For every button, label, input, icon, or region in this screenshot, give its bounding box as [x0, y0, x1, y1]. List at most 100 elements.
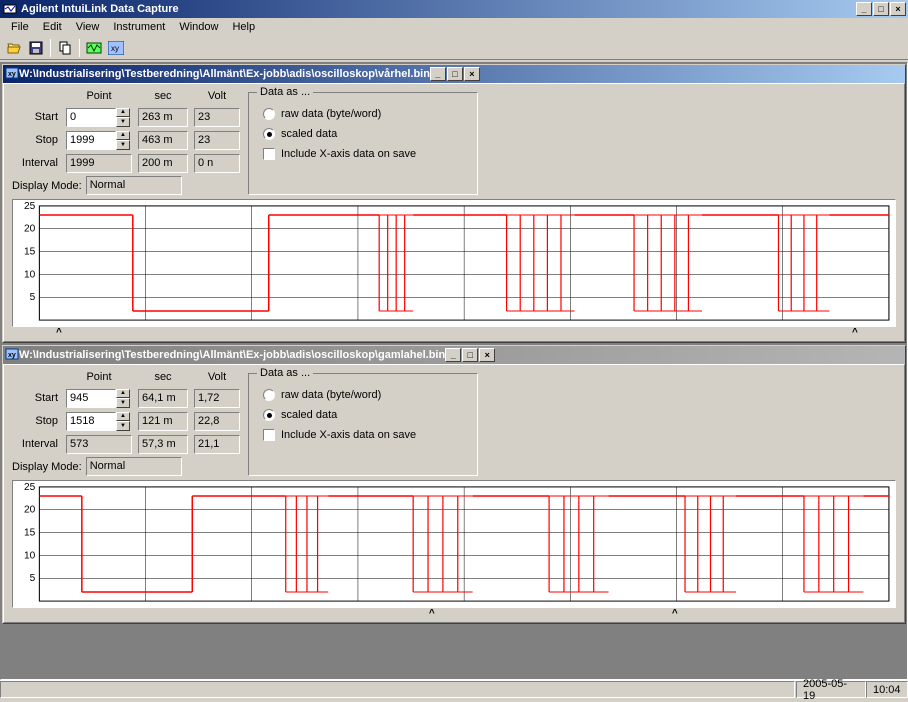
close-button[interactable]: ×: [890, 2, 906, 16]
child2-titlebar[interactable]: xy W:\Industrialisering\Testberedning\Al…: [3, 346, 905, 364]
check-include-x[interactable]: Include X-axis data on save: [263, 429, 467, 441]
waveform-chart-2[interactable]: 510152025: [12, 480, 896, 608]
menu-window[interactable]: Window: [172, 19, 225, 35]
cursor-row-2: ^^: [12, 608, 896, 620]
child2-maximize[interactable]: □: [462, 348, 478, 362]
statusbar: 2005-05-19 10:04: [0, 680, 908, 698]
header-sec: sec: [138, 90, 188, 102]
spin-up[interactable]: ▲: [116, 108, 130, 118]
scope-icon: [86, 40, 102, 56]
interval-sec: 200 m: [138, 154, 188, 173]
stop-sec: 121 m: [138, 412, 188, 431]
floppy-icon: [28, 40, 44, 56]
child1-title: W:\Industrialisering\Testberedning\Allmä…: [19, 68, 430, 80]
radio-scaled-data[interactable]: scaled data: [263, 409, 467, 421]
document-icon: xy: [5, 347, 19, 364]
menu-view[interactable]: View: [69, 19, 107, 35]
interval-volt: 0 n: [194, 154, 240, 173]
label-start: Start: [12, 111, 60, 123]
menu-help[interactable]: Help: [225, 19, 262, 35]
display-mode-value: Normal: [86, 176, 182, 195]
minimize-button[interactable]: _: [856, 2, 872, 16]
start-sec: 64,1 m: [138, 389, 188, 408]
app-title: Agilent IntuiLink Data Capture: [21, 3, 179, 15]
label-interval: Interval: [12, 438, 60, 450]
xy-button[interactable]: xy: [106, 38, 126, 58]
interval-volt: 21,1: [194, 435, 240, 454]
svg-text:xy: xy: [8, 71, 16, 78]
radio-raw-data[interactable]: raw data (byte/word): [263, 108, 467, 120]
label-display-mode: Display Mode:: [12, 180, 82, 192]
radio-raw-data[interactable]: raw data (byte/word): [263, 389, 467, 401]
child2-close[interactable]: ×: [479, 348, 495, 362]
svg-text:10: 10: [24, 550, 36, 561]
spin-down[interactable]: ▼: [116, 398, 130, 408]
check-include-x[interactable]: Include X-axis data on save: [263, 148, 467, 160]
data-as-group: raw data (byte/word) scaled data Include…: [248, 373, 478, 476]
header-sec: sec: [138, 371, 188, 383]
svg-text:20: 20: [24, 224, 36, 235]
svg-text:20: 20: [24, 505, 36, 516]
stop-point-input[interactable]: [66, 131, 116, 150]
cursor-marker[interactable]: ^: [672, 608, 678, 619]
save-button[interactable]: [26, 38, 46, 58]
toolbar: xy: [0, 36, 908, 60]
header-volt: Volt: [194, 371, 240, 383]
spin-down[interactable]: ▼: [116, 140, 130, 150]
interval-sec: 57,3 m: [138, 435, 188, 454]
svg-text:5: 5: [30, 292, 36, 303]
menubar: File Edit View Instrument Window Help: [0, 18, 908, 36]
menu-edit[interactable]: Edit: [36, 19, 69, 35]
cursor-marker[interactable]: ^: [429, 608, 435, 619]
stop-volt: 22,8: [194, 412, 240, 431]
child1-maximize[interactable]: □: [447, 67, 463, 81]
folder-open-icon: [6, 40, 22, 56]
app-icon: [2, 1, 18, 17]
child-window-1: xy W:\Industrialisering\Testberedning\Al…: [2, 64, 906, 343]
spin-up[interactable]: ▲: [116, 389, 130, 399]
waveform-chart-1[interactable]: 510152025: [12, 199, 896, 327]
svg-text:xy: xy: [8, 352, 16, 359]
svg-text:25: 25: [24, 201, 36, 212]
start-point-input[interactable]: [66, 389, 116, 408]
display-mode-value: Normal: [86, 457, 182, 476]
child1-close[interactable]: ×: [464, 67, 480, 81]
capture-button[interactable]: [84, 38, 104, 58]
svg-text:xy: xy: [111, 44, 119, 53]
spin-down[interactable]: ▼: [116, 117, 130, 127]
maximize-button[interactable]: □: [873, 2, 889, 16]
start-sec: 263 m: [138, 108, 188, 127]
cursor-marker[interactable]: ^: [852, 327, 858, 338]
spin-up[interactable]: ▲: [116, 412, 130, 422]
menu-file[interactable]: File: [4, 19, 36, 35]
status-date: 2005-05-19: [796, 681, 866, 698]
stop-point-input[interactable]: [66, 412, 116, 431]
header-volt: Volt: [194, 90, 240, 102]
menu-instrument[interactable]: Instrument: [106, 19, 172, 35]
start-volt: 23: [194, 108, 240, 127]
label-display-mode: Display Mode:: [12, 461, 82, 473]
child1-minimize[interactable]: _: [430, 67, 446, 81]
mdi-area: xy W:\Industrialisering\Testberedning\Al…: [0, 62, 908, 680]
svg-text:15: 15: [24, 528, 36, 539]
cursor-row-1: ^^: [12, 327, 896, 339]
open-button[interactable]: [4, 38, 24, 58]
child-window-2: xy W:\Industrialisering\Testberedning\Al…: [2, 345, 906, 624]
header-point: Point: [66, 371, 132, 383]
app-titlebar: Agilent IntuiLink Data Capture _ □ ×: [0, 0, 908, 18]
svg-text:25: 25: [24, 482, 36, 493]
child1-titlebar[interactable]: xy W:\Industrialisering\Testberedning\Al…: [3, 65, 905, 83]
child2-minimize[interactable]: _: [445, 348, 461, 362]
document-icon: xy: [5, 66, 19, 83]
start-volt: 1,72: [194, 389, 240, 408]
spin-up[interactable]: ▲: [116, 131, 130, 141]
cursor-marker[interactable]: ^: [56, 327, 62, 338]
label-stop: Stop: [12, 415, 60, 427]
copy-button[interactable]: [55, 38, 75, 58]
svg-text:10: 10: [24, 269, 36, 280]
label-stop: Stop: [12, 134, 60, 146]
data-as-group: raw data (byte/word) scaled data Include…: [248, 92, 478, 195]
start-point-input[interactable]: [66, 108, 116, 127]
radio-scaled-data[interactable]: scaled data: [263, 128, 467, 140]
spin-down[interactable]: ▼: [116, 421, 130, 431]
